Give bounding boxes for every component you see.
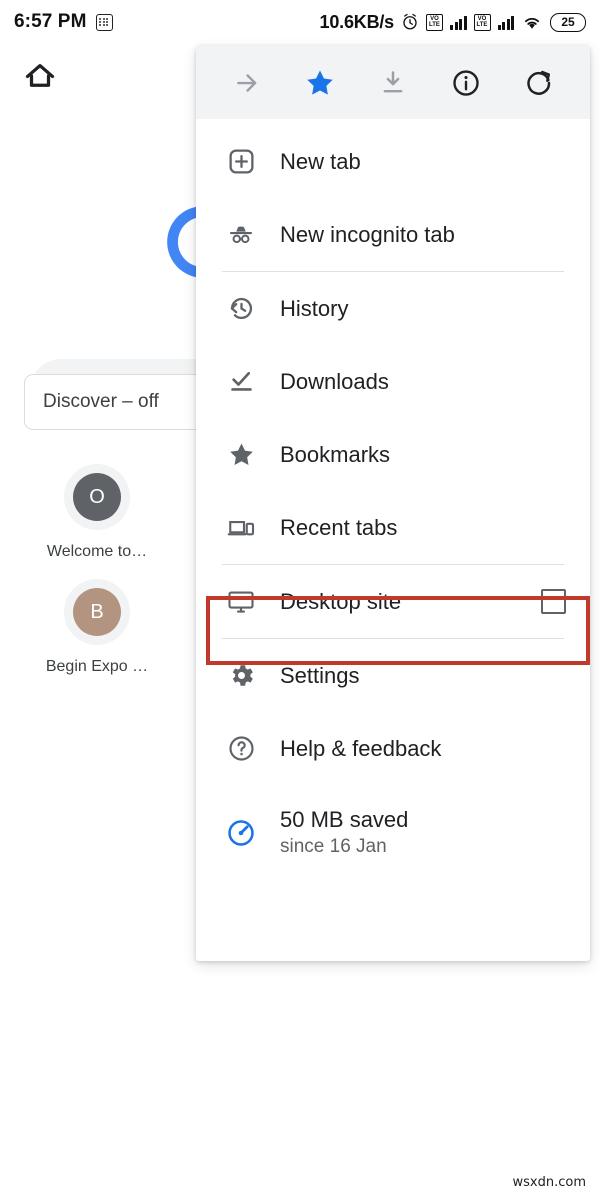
desktop-monitor-icon	[222, 587, 260, 617]
menu-item-label: Bookmarks	[280, 442, 390, 468]
volte-icon-1: VO LTE	[426, 14, 443, 31]
shortcut-label: Welcome to…	[47, 543, 147, 561]
volte2-bottom-label: LTE	[477, 22, 488, 28]
app-grid-icon	[96, 14, 113, 31]
discover-label: Discover – off	[43, 391, 159, 413]
status-bar: 6:57 PM 10.6KB/s VO LTE VO LTE 25	[0, 0, 600, 44]
menu-item-label: Help & feedback	[280, 736, 441, 762]
watermark: wsxdn.com	[513, 1175, 587, 1190]
gear-icon	[222, 661, 260, 690]
home-icon[interactable]	[22, 60, 58, 99]
menu-item-settings[interactable]: Settings	[196, 639, 590, 712]
status-bar-right: 10.6KB/s VO LTE VO LTE 25	[320, 12, 586, 33]
menu-item-label: History	[280, 296, 348, 322]
shortcut-avatar: O	[64, 464, 130, 530]
menu-item-new-incognito-tab[interactable]: New incognito tab	[196, 198, 590, 271]
menu-item-label: New incognito tab	[280, 222, 455, 248]
alarm-clock-icon	[401, 13, 419, 31]
desktop-site-checkbox[interactable]	[541, 589, 566, 614]
status-bar-left: 6:57 PM	[14, 11, 113, 33]
menu-item-help-feedback[interactable]: Help & feedback	[196, 712, 590, 785]
reload-icon[interactable]	[515, 59, 563, 107]
info-circle-icon[interactable]	[442, 59, 490, 107]
signal-bars-icon-1	[450, 15, 467, 30]
menu-item-history[interactable]: History	[196, 272, 590, 345]
shortcut-label: Begin Expo …	[46, 658, 148, 676]
menu-item-downloads[interactable]: Downloads	[196, 345, 590, 418]
download-check-icon	[222, 367, 260, 396]
menu-item-label: Settings	[280, 663, 360, 689]
plus-box-icon	[222, 147, 260, 176]
shortcut-initial: O	[73, 473, 121, 521]
signal-bars-icon-2	[498, 15, 515, 30]
data-saver-secondary: since 16 Jan	[280, 834, 408, 860]
menu-item-label: Downloads	[280, 369, 389, 395]
question-circle-icon	[222, 734, 260, 763]
history-icon	[222, 294, 260, 323]
wifi-icon	[521, 13, 543, 31]
star-icon[interactable]	[296, 59, 344, 107]
chrome-overflow-menu: New tab New incognito tab	[196, 46, 590, 961]
shortcut-avatar: B	[64, 579, 130, 645]
star-filled-icon	[222, 440, 260, 469]
volte-bottom-label: LTE	[429, 22, 440, 28]
menu-item-label: New tab	[280, 149, 361, 175]
shortcut-tile-welcome[interactable]: O Welcome to…	[36, 464, 158, 561]
status-bar-clock: 6:57 PM	[14, 11, 87, 33]
menu-item-label: Desktop site	[280, 589, 401, 615]
devices-icon	[222, 513, 260, 543]
forward-arrow-icon[interactable]	[223, 59, 271, 107]
menu-header-actions	[196, 46, 590, 119]
menu-item-new-tab[interactable]: New tab	[196, 125, 590, 198]
battery-indicator: 25	[550, 13, 586, 32]
shortcut-initial: B	[73, 588, 121, 636]
menu-item-desktop-site[interactable]: Desktop site	[196, 565, 590, 638]
data-saver-primary: 50 MB saved	[280, 806, 408, 834]
network-speed-label: 10.6KB/s	[320, 12, 394, 33]
menu-item-label: Recent tabs	[280, 515, 397, 541]
shortcut-tile-begin-expo[interactable]: B Begin Expo …	[36, 579, 158, 676]
menu-item-data-saver[interactable]: 50 MB saved since 16 Jan	[196, 785, 590, 881]
data-saver-text: 50 MB saved since 16 Jan	[280, 806, 408, 860]
menu-item-bookmarks[interactable]: Bookmarks	[196, 418, 590, 491]
battery-percent-label: 25	[561, 15, 574, 29]
menu-item-recent-tabs[interactable]: Recent tabs	[196, 491, 590, 564]
download-icon[interactable]	[369, 59, 417, 107]
menu-items-list: New tab New incognito tab	[196, 119, 590, 881]
speedometer-icon	[222, 817, 260, 849]
volte-icon-2: VO LTE	[474, 14, 491, 31]
incognito-icon	[222, 220, 260, 250]
